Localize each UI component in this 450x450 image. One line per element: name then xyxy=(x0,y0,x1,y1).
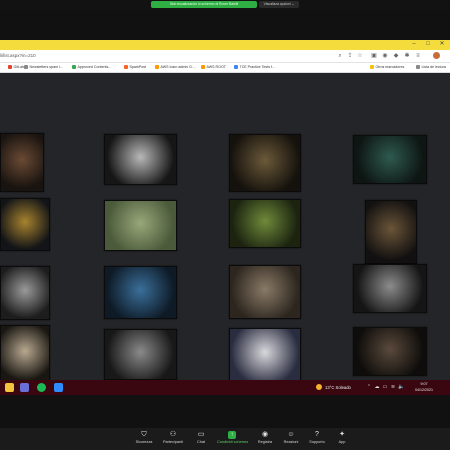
bookmark-icon xyxy=(24,65,28,70)
bookmark-icon xyxy=(8,65,12,70)
participants-button[interactable]: ⚇ Partecipanti xyxy=(158,428,188,450)
profile-avatar[interactable] xyxy=(433,52,440,59)
battery-icon[interactable]: ▭ xyxy=(382,383,388,391)
reactions-icon: ☺ xyxy=(287,431,295,438)
shield-icon: ⛉ xyxy=(141,431,147,438)
cloud-icon[interactable]: ☁ xyxy=(374,383,380,391)
bookmark-icon xyxy=(234,65,238,70)
maximize-icon[interactable]: □ xyxy=(424,41,432,48)
chat-button[interactable]: ▭ Chat xyxy=(186,428,216,450)
weather-widget[interactable]: 13°C Soleado xyxy=(325,382,351,393)
photo-duck-water[interactable] xyxy=(229,199,301,248)
volume-icon[interactable]: 🔈 xyxy=(398,383,404,391)
app-icon[interactable] xyxy=(20,383,29,392)
bookmark-folder[interactable]: Otros marcadores xyxy=(370,63,404,72)
chevron-up-icon[interactable]: ⌃ xyxy=(366,383,372,391)
security-button[interactable]: ⛉ Sicurezza xyxy=(129,428,159,450)
search-icon[interactable]: ⌕ xyxy=(336,52,344,60)
zoom-control-bar: ⛉ Sicurezza ⚇ Partecipanti ▭ Chat ↑ Condivid… xyxy=(0,428,450,450)
extension-icon[interactable]: ◆ xyxy=(392,52,400,60)
photo-woman-grass[interactable] xyxy=(104,200,177,251)
chat-icon: ▭ xyxy=(197,431,205,438)
bookmark-item[interactable]: GitLab xyxy=(8,63,24,72)
photo-girl-water-blue[interactable] xyxy=(104,266,177,319)
photo-dancers-bw[interactable] xyxy=(0,266,50,320)
folder-icon xyxy=(370,65,374,70)
bookmark-icon xyxy=(124,65,128,70)
zoom-icon[interactable] xyxy=(54,383,63,392)
extension-icon[interactable]: ▣ xyxy=(370,52,378,60)
photo-woman-green-dress[interactable] xyxy=(353,135,427,184)
photo-golden-ornament[interactable] xyxy=(0,198,50,251)
bookmark-icon xyxy=(155,65,159,70)
support-icon: ? xyxy=(315,431,319,438)
bookmark-item[interactable]: TCE Practice Tests f... xyxy=(234,63,275,72)
photo-elephants-bw[interactable] xyxy=(104,329,177,380)
reading-list[interactable]: Lista de lectura xyxy=(416,63,446,72)
star-icon[interactable]: ☆ xyxy=(356,52,364,60)
photo-village-walk[interactable] xyxy=(229,265,301,319)
share-screen-button[interactable]: ↑ Condividi schermo xyxy=(217,428,248,450)
bookmark-item[interactable]: SparkPost xyxy=(124,63,146,72)
photo-woman-reading[interactable] xyxy=(0,133,44,192)
bookmark-item[interactable]: AWS Iosm admin G... xyxy=(155,63,195,72)
bookmark-icon xyxy=(72,65,76,70)
share-screen-icon: ↑ xyxy=(228,431,236,439)
apps-button[interactable]: ✦ App xyxy=(327,428,357,450)
minimize-icon[interactable]: – xyxy=(410,41,418,48)
bookmark-item[interactable]: Approved Contents... xyxy=(72,63,111,72)
clock-date: 04/12/2021 xyxy=(415,388,433,392)
sharing-status-pill: Stai visualizzando lo schermo di Rover B… xyxy=(151,1,257,8)
bookmark-item[interactable]: Newsletters spam l... xyxy=(24,63,63,72)
photo-gallery xyxy=(0,73,450,383)
share-status-bar: Stai visualizzando lo schermo di Rover B… xyxy=(0,0,450,10)
photo-child-porthole[interactable] xyxy=(353,264,427,313)
apps-icon: ✦ xyxy=(339,431,345,438)
view-options-button[interactable]: Visualizza opzioni ⌄ xyxy=(259,1,299,8)
record-icon: ◉ xyxy=(261,431,269,438)
weather-sun-icon xyxy=(316,384,322,390)
photo-taekwondo[interactable] xyxy=(229,328,301,382)
system-clock[interactable]: 9:07 04/12/2021 xyxy=(412,381,436,394)
photo-bird-wings[interactable] xyxy=(104,134,177,185)
bookmarks-bar: GitLab Newsletters spam l... Approved Co… xyxy=(0,63,450,73)
browser-toolbar: li/list.aspx?in=210 ⌕ ⇪ ☆ ▣ ◉ ◆ ✱ ≡ xyxy=(0,50,450,63)
file-explorer-icon[interactable] xyxy=(5,383,14,392)
bookmark-icon xyxy=(201,65,205,70)
wifi-icon[interactable]: ≋ xyxy=(390,383,396,391)
reading-list-icon xyxy=(416,65,420,70)
bookmark-item[interactable]: AWS ROOT xyxy=(201,63,226,72)
close-icon[interactable]: ✕ xyxy=(438,41,446,48)
photo-woman-candle[interactable] xyxy=(0,325,50,383)
photo-lamp-window[interactable] xyxy=(365,200,417,264)
shared-screen: – □ ✕ li/list.aspx?in=210 ⌕ ⇪ ☆ ▣ ◉ ◆ ✱ … xyxy=(0,40,450,395)
address-bar[interactable]: li/list.aspx?in=210 xyxy=(0,52,36,60)
photo-man-lantern[interactable] xyxy=(229,134,301,192)
photo-couple-dark[interactable] xyxy=(353,327,427,376)
browser-title-bar: – □ ✕ xyxy=(0,40,450,50)
spotify-icon[interactable] xyxy=(37,383,46,392)
puzzle-icon[interactable]: ✱ xyxy=(403,52,411,60)
participants-icon: ⚇ xyxy=(169,431,177,438)
media-icon[interactable]: ≡ xyxy=(414,52,422,60)
extension-icon[interactable]: ◉ xyxy=(381,52,389,60)
share-icon[interactable]: ⇪ xyxy=(346,52,354,60)
windows-taskbar: 13°C Soleado ⌃ ☁ ▭ ≋ 🔈 9:07 04/12/2021 xyxy=(0,380,450,395)
